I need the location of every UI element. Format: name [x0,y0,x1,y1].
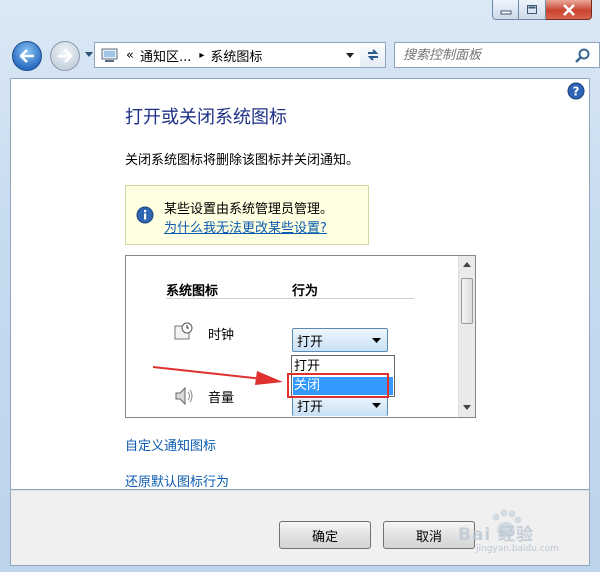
watermark-text: Bai 经验 [458,525,535,545]
minimize-icon [500,10,511,14]
column-header-system-icon: 系统图标 [166,284,219,299]
column-header-behavior: 行为 [292,284,319,299]
clock-behavior-select[interactable]: 打开 [292,328,388,352]
back-arrow-icon [19,49,34,63]
control-panel-icon [101,48,118,62]
window-caption-buttons [492,0,592,22]
window-frame: « 通知区... ▸ 系统图标 ? 打开或关闭系统图标 关闭系统图标将删除该图标… [0,0,600,572]
chevron-down-icon [372,338,381,343]
scroll-thumb[interactable] [461,278,473,324]
ok-button[interactable]: 确定 [279,521,371,549]
admin-info-box: 某些设置由系统管理员管理。 为什么我无法更改某些设置? [125,185,369,245]
forward-arrow-icon [58,49,73,63]
breadcrumb-separator[interactable]: ▸ [199,50,204,61]
chevron-down-icon [372,403,381,408]
page-title: 打开或关闭系统图标 [125,107,287,128]
close-icon [562,3,575,16]
breadcrumb-system-icons[interactable]: 系统图标 [210,46,262,65]
watermark-subtext: jingyan.baidu.com [476,544,560,554]
maximize-button[interactable] [519,0,546,20]
search-input[interactable] [403,46,563,64]
info-icon [136,206,154,224]
address-dropdown-icon[interactable] [345,52,355,60]
refresh-icon [367,49,378,61]
forward-button[interactable] [50,41,80,71]
clock-behavior-value: 打开 [297,334,324,350]
restore-default-behavior-link[interactable]: 还原默认图标行为 [125,471,229,490]
info-text: 某些设置由系统管理员管理。 [164,202,334,217]
row-label-volume: 音量 [208,391,235,406]
svg-text:?: ? [573,85,580,99]
row-label-clock: 时钟 [208,328,235,343]
content-pane: ? 打开或关闭系统图标 关闭系统图标将删除该图标并关闭通知。 某些设置由系统管理… [10,78,590,490]
baidu-watermark: Bai 经验 jingyan.baidu.com [454,506,592,558]
minimize-button[interactable] [492,0,519,20]
list-scrollbar[interactable] [458,256,475,417]
annotation-arrow-icon [152,366,283,385]
help-icon[interactable]: ? [567,82,585,100]
navigation-bar: « 通知区... ▸ 系统图标 [10,38,600,74]
close-button[interactable] [546,0,592,20]
breadcrumb-root[interactable]: « [126,48,134,63]
why-cant-change-link[interactable]: 为什么我无法更改某些设置? [164,217,327,236]
breadcrumb-notification-area[interactable]: 通知区... [140,46,191,65]
scroll-down-icon[interactable] [463,405,471,410]
customize-notification-icons-link[interactable]: 自定义通知图标 [125,435,216,454]
refresh-button[interactable] [360,42,386,68]
search-icon[interactable] [575,48,591,64]
scroll-up-icon[interactable] [463,262,471,267]
page-description: 关闭系统图标将删除该图标并关闭通知。 [125,153,360,168]
search-box[interactable] [394,42,600,68]
back-button[interactable] [12,41,42,71]
annotation-highlight-box [287,373,389,398]
header-divider [166,298,414,299]
address-bar[interactable]: « 通知区... ▸ 系统图标 [94,42,362,68]
speaker-icon [175,386,193,406]
maximize-icon [527,5,537,14]
clock-icon [174,322,193,340]
volume-behavior-value: 打开 [297,400,324,415]
recent-pages-dropdown-icon[interactable] [84,51,94,59]
